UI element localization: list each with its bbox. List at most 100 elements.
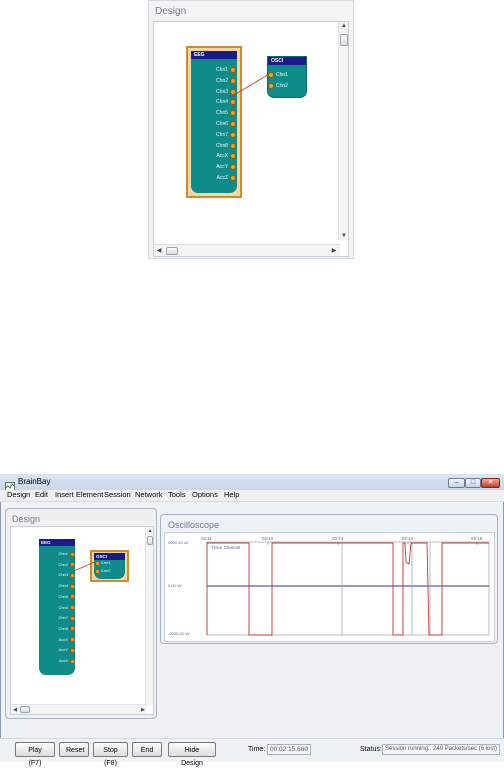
- end-button[interactable]: End: [132, 742, 162, 757]
- status-label: Status:: [360, 746, 382, 753]
- design-hscroll-thumb[interactable]: [20, 706, 30, 713]
- oscilloscope-plot: 02:11 02:12 02:13 02:14 02:15 2000.00 uV 0.00 …: [164, 532, 495, 642]
- eeg-port-connector[interactable]: [230, 77, 236, 84]
- osci-port-connector[interactable]: [268, 83, 274, 89]
- scroll-right-arrow-icon[interactable]: ▶: [140, 706, 146, 714]
- y-axis-label: 0.00 uV: [168, 583, 182, 588]
- eeg-port-label: Chn7: [58, 615, 68, 621]
- maximize-button[interactable]: □: [465, 478, 481, 488]
- scroll-down-arrow-icon[interactable]: ▼: [339, 232, 349, 240]
- channel-label: Trace Channel: [211, 545, 240, 550]
- title-bar: BrainBay: [0, 474, 504, 491]
- eeg-port-label: Chn1: [216, 67, 228, 73]
- oscilloscope-panel: Oscilloscope 02:11 02:12 02:13 02:14 02:15 20…: [160, 514, 498, 644]
- osci-port-label: Chn2: [276, 83, 288, 89]
- scroll-right-arrow-icon[interactable]: ▶: [330, 247, 338, 255]
- menu-design[interactable]: Design: [7, 490, 30, 500]
- scroll-up-arrow-icon[interactable]: ▲: [339, 22, 349, 30]
- eeg-port-label: Chn6: [58, 604, 68, 610]
- osci-port-label: Chn2: [101, 568, 111, 573]
- eeg-port-label: Chn2: [216, 77, 228, 84]
- eeg-port-label: Chn6: [216, 121, 228, 127]
- eeg-port-connector[interactable]: [70, 583, 75, 589]
- eeg-port-connector[interactable]: [70, 647, 75, 653]
- osci-port-connector[interactable]: [95, 560, 100, 566]
- eeg-port-label: Chn4: [216, 99, 228, 106]
- osci-port-connector[interactable]: [95, 568, 100, 574]
- eeg-port-label: AccY: [58, 647, 68, 653]
- top-design-canvas: ▲ ▼ ◀ ▶ EEG OSCI Chn1 Chn2 Chn3 Chn4 Chn5 Chn…: [153, 21, 349, 257]
- play-button[interactable]: Play (F7): [15, 742, 55, 767]
- design-canvas: ▲ ◀ ▶ EEG OSCI Chn1 Chn2 Chn3 Chn4 Chn5 Chn6 C…: [10, 526, 154, 715]
- window-title: BrainBay: [18, 477, 51, 486]
- design-panel: Design ▲ ◀ ▶ EEG OSCI Chn1 Chn2 Chn3 Chn4 Ch…: [5, 508, 157, 719]
- eeg-port-label: Chn3: [58, 572, 68, 578]
- eeg-port-connector[interactable]: [230, 175, 236, 181]
- menu-session[interactable]: Session: [104, 490, 131, 500]
- eeg-port-label: Chn5: [216, 110, 228, 117]
- eeg-port-connector[interactable]: [70, 605, 75, 610]
- menu-insert-element[interactable]: Insert Element: [55, 490, 103, 500]
- time-tick-label: 02:14: [402, 536, 414, 541]
- menu-edit[interactable]: Edit: [35, 490, 48, 500]
- eeg-port-label: Chn5: [58, 593, 68, 599]
- y-axis-label: 2000.00 uV: [168, 540, 189, 545]
- top-design-panel: Design ▲ ▼ ◀ ▶ EEG OSCI Chn1 Chn2 Chn3 Chn4…: [148, 0, 354, 259]
- time-tick-label: 02:12: [262, 536, 274, 541]
- eeg-port-connector[interactable]: [70, 551, 75, 557]
- time-value-field: 00:02:15.660: [267, 744, 311, 755]
- osci-port-label: Chn1: [101, 560, 111, 565]
- top-design-title: Design: [155, 6, 187, 17]
- signal-trace: [206, 542, 489, 636]
- time-tick-label: 02:15: [471, 536, 483, 541]
- eeg-port-label: AccY: [216, 164, 228, 171]
- eeg-port-label: Chn7: [216, 131, 228, 138]
- eeg-port-label: Chn3: [216, 88, 228, 95]
- eeg-port-connector[interactable]: [70, 615, 75, 621]
- eeg-port-label: Chn4: [58, 583, 68, 589]
- connection-wire: [73, 560, 98, 572]
- eeg-port-connector[interactable]: [230, 131, 236, 138]
- oscilloscope-title: Oscilloscope: [168, 520, 220, 530]
- menu-bar: Design Edit Insert Element Session Netwo…: [0, 490, 504, 502]
- eeg-port-connector[interactable]: [70, 658, 75, 664]
- close-button[interactable]: ✕: [481, 478, 500, 488]
- design-horizontal-scrollbar[interactable]: ◀ ▶: [11, 704, 147, 714]
- oscilloscope-svg: 02:11 02:12 02:13 02:14 02:15 2000.00 uV 0.00 …: [168, 536, 490, 636]
- hide-design-button[interactable]: Hide Design: [168, 742, 216, 767]
- top-hscroll-thumb[interactable]: [166, 247, 178, 255]
- eeg-port-label: Chn2: [58, 561, 68, 567]
- menu-help[interactable]: Help: [224, 490, 239, 500]
- eeg-port-label: Chn8: [58, 625, 68, 631]
- y-axis-label: -2000.00 uV: [168, 631, 190, 636]
- eeg-port-connector[interactable]: [230, 121, 236, 127]
- eeg-port-label: AccX: [216, 153, 228, 160]
- design-vscroll-thumb[interactable]: [147, 536, 153, 545]
- scroll-left-arrow-icon[interactable]: ◀: [12, 706, 18, 714]
- menu-network[interactable]: Network: [135, 490, 163, 500]
- time-tick-label: 02:11: [201, 536, 212, 541]
- eeg-port-connector[interactable]: [70, 572, 75, 578]
- eeg-port-label: Chn8: [216, 142, 228, 149]
- eeg-port-connector[interactable]: [230, 142, 236, 149]
- eeg-port-connector[interactable]: [230, 88, 236, 95]
- scroll-left-arrow-icon[interactable]: ◀: [155, 247, 163, 255]
- top-horizontal-scrollbar[interactable]: ◀ ▶: [154, 244, 340, 256]
- osci-port-connector[interactable]: [268, 72, 274, 78]
- top-connection-svg: [233, 72, 272, 96]
- eeg-port-label: AccZ: [216, 175, 228, 181]
- minimize-button[interactable]: –: [448, 478, 465, 488]
- reset-button[interactable]: Reset: [59, 742, 89, 757]
- scroll-up-arrow-icon[interactable]: ▲: [146, 527, 154, 535]
- design-panel-title: Design: [12, 514, 41, 524]
- eeg-port-label: AccX: [58, 636, 68, 642]
- osci-port-label: Chn1: [276, 72, 288, 78]
- menu-options[interactable]: Options: [192, 490, 218, 500]
- menu-tools[interactable]: Tools: [168, 490, 186, 500]
- stop-button[interactable]: Stop (F8): [93, 742, 128, 767]
- eeg-port-connector[interactable]: [230, 67, 236, 73]
- top-vscroll-thumb[interactable]: [340, 34, 348, 46]
- time-tick-label: 02:13: [332, 536, 344, 541]
- design-connection-svg: [73, 560, 98, 572]
- connection-wire: [233, 72, 272, 96]
